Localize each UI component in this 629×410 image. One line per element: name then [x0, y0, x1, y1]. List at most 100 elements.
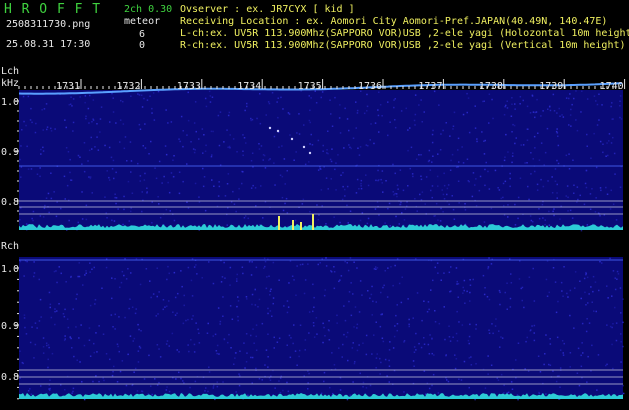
lch-noise: [226, 183, 229, 185]
rch-noise: [105, 353, 108, 355]
rch-noise: [237, 296, 239, 298]
lch-noise: [66, 184, 69, 187]
rch-noise: [265, 287, 268, 290]
rch-noise: [111, 374, 114, 377]
rch-noise: [250, 334, 252, 337]
lch-noise: [387, 207, 389, 210]
lch-noise: [532, 158, 534, 160]
rch-noise: [269, 290, 272, 292]
rch-noise: [447, 380, 450, 383]
lch-noise: [358, 188, 360, 190]
lch-noise: [227, 173, 230, 175]
lch-noise: [414, 113, 417, 116]
rch-noise: [487, 355, 489, 357]
lch-noise: [420, 178, 423, 181]
lch-noise: [577, 198, 579, 201]
rch-noise: [606, 324, 608, 326]
rch-noise: [475, 363, 477, 365]
rch-noise: [353, 326, 355, 328]
lch-noise: [274, 184, 276, 186]
lch-noise: [462, 113, 465, 116]
lch-noise: [320, 168, 322, 170]
rch-noise: [329, 386, 331, 389]
lch-noise: [466, 92, 468, 95]
rch-noise: [352, 381, 354, 383]
rch-noise: [23, 317, 26, 319]
rch-noise: [339, 279, 341, 281]
time-tick-label: 1740: [600, 81, 624, 92]
lch-noise: [442, 211, 444, 213]
lch-noise: [385, 180, 387, 182]
lch-noise: [433, 215, 435, 217]
lch-label: Lch: [1, 66, 20, 77]
lch-noise: [446, 193, 448, 196]
rch-noise: [403, 340, 406, 342]
rch-noise: [174, 314, 177, 316]
rch-noise: [187, 266, 190, 269]
lch-noise: [123, 195, 125, 198]
lch-noise: [567, 210, 569, 212]
lch-noise: [31, 121, 33, 124]
rch-noise: [580, 297, 582, 300]
rch-noise: [594, 281, 597, 283]
rch-noise: [488, 257, 490, 259]
lch-noise: [346, 204, 348, 207]
rch-noise: [255, 335, 257, 338]
lch-noise: [302, 198, 305, 201]
lch-noise: [437, 185, 439, 187]
rch-noise: [537, 355, 540, 357]
rch-noise: [443, 272, 445, 274]
lch-noise: [334, 96, 336, 99]
rch-noise: [114, 278, 116, 280]
lch-noise: [570, 108, 572, 111]
lch-noise: [542, 185, 545, 188]
rch-noise: [546, 260, 549, 262]
rch-noise: [412, 360, 415, 362]
rch-noise: [582, 352, 584, 354]
rch-noise: [78, 262, 80, 264]
lch-noise: [367, 184, 370, 187]
rch-noise: [569, 289, 572, 292]
rch-noise: [71, 347, 73, 349]
lch-noise: [511, 103, 513, 105]
lch-noise: [355, 192, 358, 194]
rch-noise: [560, 281, 563, 284]
rch-noise: [264, 364, 266, 366]
lch-noise: [153, 119, 156, 121]
lch-noise: [81, 163, 83, 165]
lch-noise: [53, 191, 55, 193]
rch-noise: [387, 267, 389, 269]
lch-noise: [311, 144, 314, 146]
lch-noise: [557, 135, 559, 137]
rch-noise: [66, 318, 69, 320]
lch-noise: [250, 160, 253, 162]
lch-noise: [151, 107, 153, 110]
rch-noise: [469, 323, 471, 326]
rch-noise: [38, 278, 40, 281]
lch-noise: [377, 169, 379, 172]
rch-noise: [195, 264, 197, 266]
rch-noise: [88, 327, 91, 329]
rch-noise: [475, 323, 477, 326]
rch-noise: [253, 342, 255, 344]
lch-noise: [584, 182, 587, 185]
lch-noise: [581, 90, 583, 92]
rch-noise: [369, 384, 372, 387]
lch-noise: [490, 207, 493, 210]
lch-noise: [193, 151, 196, 154]
lch-noise: [544, 223, 546, 226]
rch-noise: [242, 272, 244, 275]
rch-noise: [96, 351, 98, 353]
rch-noise: [63, 315, 66, 318]
rch-noise: [166, 386, 168, 388]
rch-noise: [525, 340, 527, 343]
lch-noise: [586, 224, 589, 226]
lch-noise: [112, 111, 115, 113]
rch-noise: [622, 298, 624, 300]
lch-noise: [409, 127, 411, 129]
rch-noise: [487, 373, 489, 375]
lch-noise: [190, 141, 192, 143]
lch-noise: [594, 211, 597, 213]
rch-noise: [344, 260, 346, 263]
lch-noise: [382, 191, 384, 193]
